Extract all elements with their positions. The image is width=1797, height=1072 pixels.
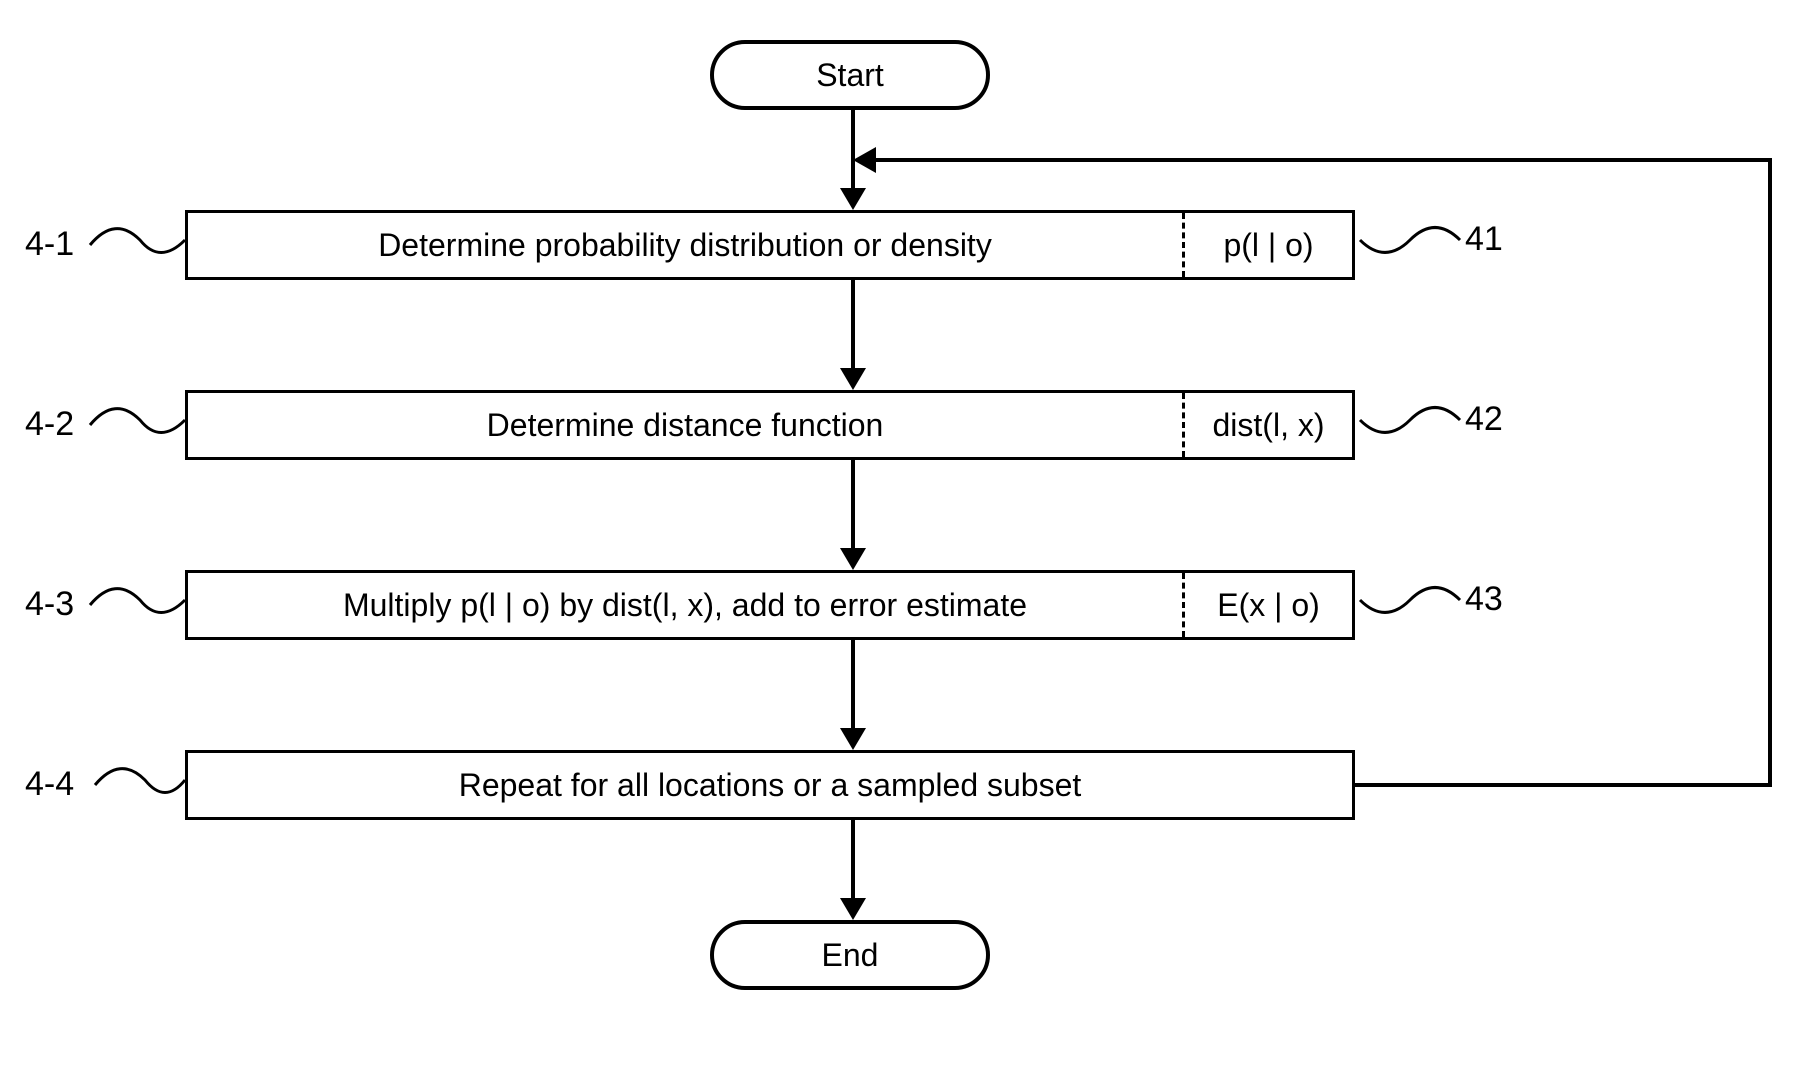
step-1-left-label: 4-1 <box>25 225 74 264</box>
step-4-left-label: 4-4 <box>25 765 74 804</box>
connector-left-3 <box>90 580 185 630</box>
start-terminal: Start <box>710 40 990 110</box>
arrow-4-to-end <box>848 820 858 920</box>
connector-left-4 <box>95 760 185 810</box>
loop-back-arrow <box>850 150 1780 790</box>
end-label: End <box>822 937 879 974</box>
connector-left-2 <box>90 400 185 450</box>
end-terminal: End <box>710 920 990 990</box>
step-3-left-label: 4-3 <box>25 585 74 624</box>
start-label: Start <box>816 57 884 94</box>
connector-left-1 <box>90 220 185 270</box>
step-2-left-label: 4-2 <box>25 405 74 444</box>
